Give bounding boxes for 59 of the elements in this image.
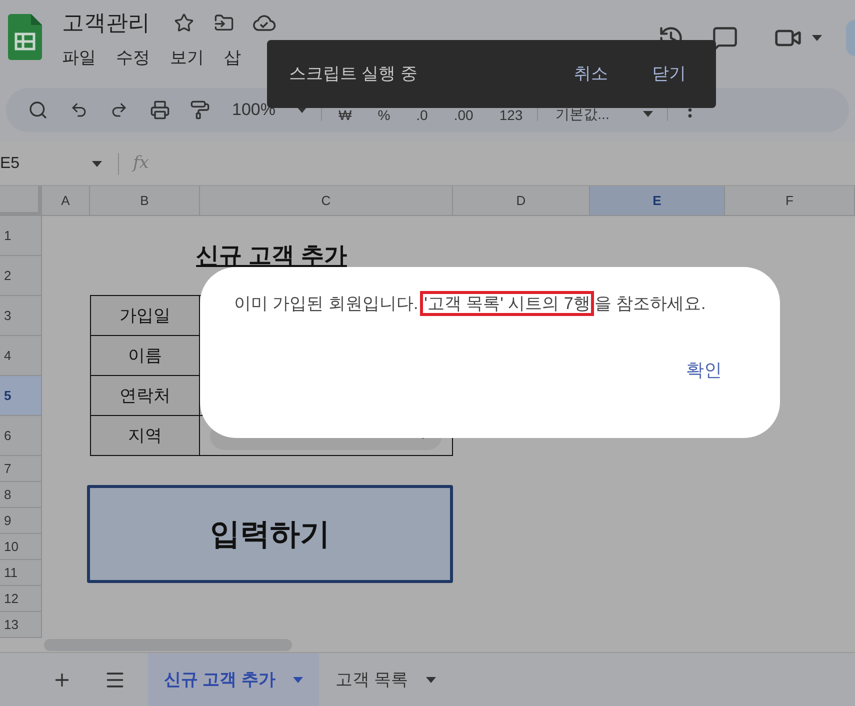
caret-icon [812, 35, 822, 41]
paint-roller-icon[interactable] [190, 100, 210, 120]
row-header[interactable]: 12 [0, 586, 42, 612]
format-button[interactable]: 123 [499, 104, 523, 126]
print-icon[interactable] [150, 100, 170, 120]
field-label: 가입일 [90, 295, 200, 336]
caret-icon [643, 111, 654, 117]
cell-reference[interactable]: E5 [0, 152, 92, 176]
row-header[interactable]: 6 [0, 416, 42, 456]
field-label: 이름 [90, 335, 200, 376]
spreadsheet-logo-icon [8, 14, 42, 60]
row-header[interactable]: 4 [0, 336, 42, 376]
submit-button[interactable]: 입력하기 [87, 485, 453, 583]
toast-action[interactable]: 닫기 [652, 61, 686, 87]
column-header[interactable]: D [453, 186, 590, 216]
document-title[interactable]: 고객관리 [62, 6, 150, 39]
column-header[interactable]: F [725, 186, 855, 216]
column-header[interactable]: B [90, 186, 200, 216]
row-header[interactable]: 13 [0, 612, 42, 638]
caret-icon [426, 676, 436, 682]
search-icon[interactable] [28, 100, 48, 120]
folder-move-icon[interactable] [214, 12, 234, 32]
row-header[interactable]: 2 [0, 256, 42, 296]
star-icon[interactable] [174, 12, 194, 32]
column-header[interactable]: E [590, 186, 725, 216]
format-button[interactable]: % [378, 104, 390, 126]
font-select[interactable]: 기본값... [556, 96, 654, 124]
comment-icon[interactable] [712, 25, 738, 51]
row-header[interactable]: 5 [0, 376, 42, 416]
column-header[interactable]: C [200, 186, 453, 216]
field-label: 지역 [90, 415, 200, 456]
sheet-tab[interactable]: 고객 목록 [319, 653, 452, 706]
row-header[interactable]: 9 [0, 508, 42, 534]
toast-action[interactable]: 취소 [574, 61, 608, 87]
undo-icon[interactable] [70, 101, 88, 119]
row-header[interactable]: 7 [0, 456, 42, 482]
field-label: 연락처 [90, 375, 200, 416]
row-header[interactable]: 8 [0, 482, 42, 508]
redo-icon[interactable] [110, 101, 128, 119]
row-header[interactable]: 10 [0, 534, 42, 560]
caret-icon [293, 676, 304, 682]
toast-message: 스크립트 실행 중 [289, 63, 418, 86]
row-header[interactable]: 11 [0, 560, 42, 586]
menu-item[interactable]: 수정 [116, 45, 150, 70]
confirm-button[interactable]: 확인 [684, 356, 724, 384]
column-header[interactable]: A [42, 186, 90, 216]
form-title: 신규 고객 추가 [196, 241, 347, 270]
row-header[interactable]: 3 [0, 296, 42, 336]
dialog-message: 이미 가입된 회원입니다. '고객 목록' 시트의 7행 을 참조하세요. [234, 291, 750, 316]
sheet-tab[interactable]: 신규 고객 추가 [148, 653, 320, 706]
menu-item[interactable]: 파일 [62, 45, 96, 70]
caret-icon [92, 160, 102, 166]
menu-item[interactable]: 보기 [170, 45, 204, 70]
format-button[interactable]: ₩ [338, 104, 352, 126]
format-button[interactable]: .0 [416, 104, 428, 126]
format-button[interactable]: .00 [454, 104, 474, 126]
row-header[interactable]: 1 [0, 216, 42, 256]
menu-item[interactable]: 삽 [224, 45, 241, 70]
cloud-check-icon[interactable] [252, 14, 276, 32]
